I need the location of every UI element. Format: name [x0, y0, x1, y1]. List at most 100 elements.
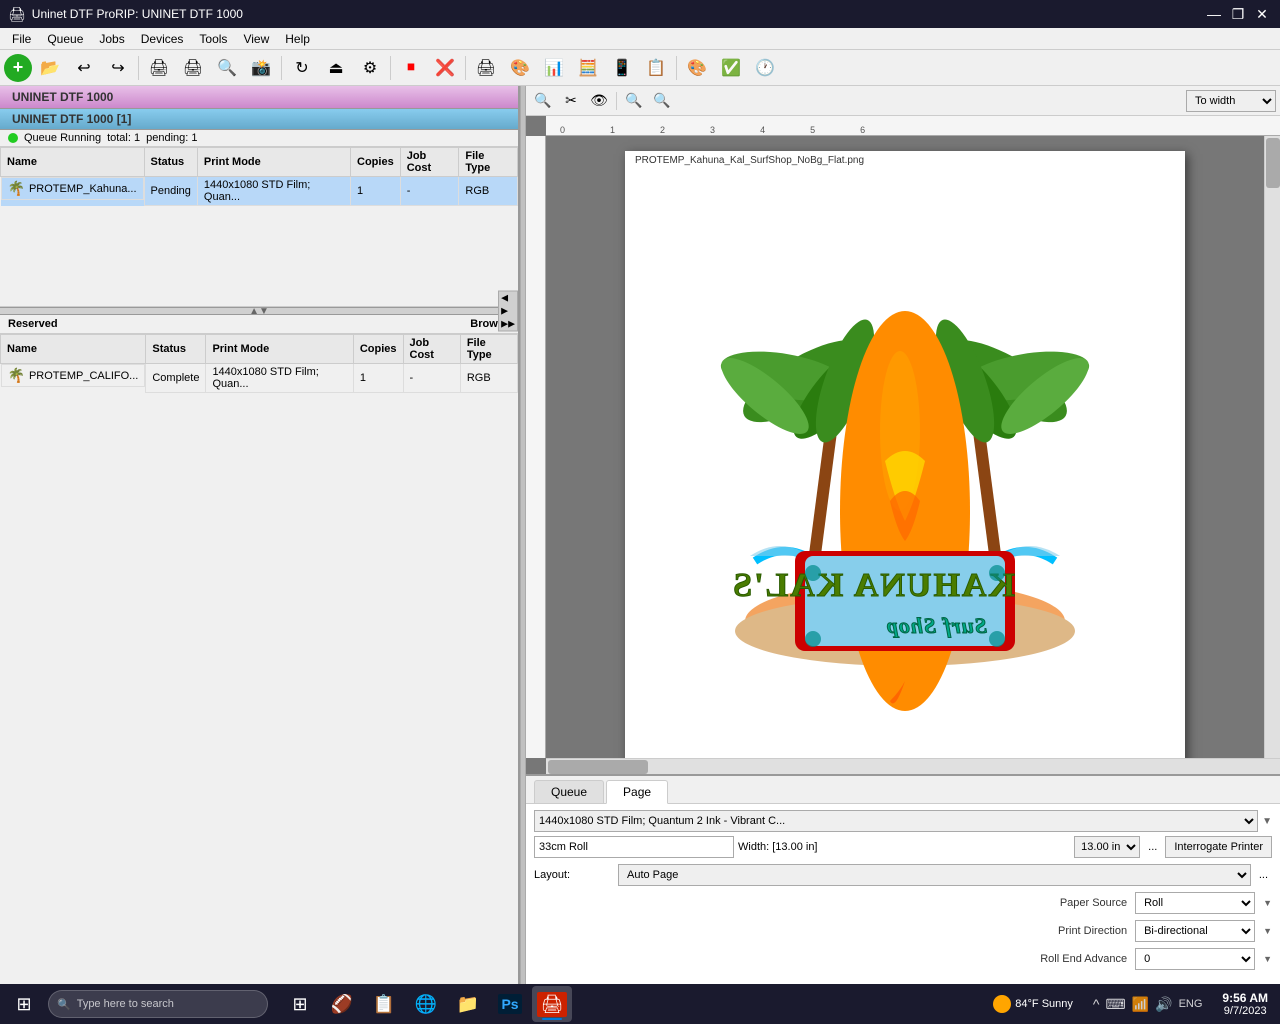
reserved-header: Reserved Browse [0, 315, 518, 334]
layout-select[interactable]: Auto Page [618, 864, 1251, 886]
menu-jobs[interactable]: Jobs [91, 30, 132, 48]
taskbar-app-widgets[interactable]: ⊞ [280, 986, 320, 1022]
vertical-scrollbar[interactable] [1264, 136, 1280, 758]
interrogate-printer-button[interactable]: Interrogate Printer [1165, 836, 1272, 858]
capture-button[interactable]: 📸 [245, 53, 277, 83]
canvas-scroll-area[interactable]: PROTEMP_Kahuna_Kal_SurfShop_NoBg_Flat.pn… [546, 136, 1264, 758]
eject-button[interactable]: ⏏ [320, 53, 352, 83]
queue-print-button[interactable]: 🖨 [470, 53, 502, 83]
clock-time: 9:56 AM [1222, 991, 1268, 1005]
cancel-button[interactable]: ❌ [429, 53, 461, 83]
collapse-double-arrow[interactable]: ▶▶ [499, 318, 517, 331]
crop-button[interactable]: ✂ [558, 89, 584, 113]
taskbar-right: 84°F Sunny ^ ⌨ 📶 🔊 ENG 9:56 AM 9/7/2023 [985, 991, 1276, 1017]
zoom-actual-button[interactable]: 🔍 [649, 89, 675, 113]
settings-button[interactable]: ⚙ [354, 53, 386, 83]
scrollbar-thumb-h[interactable] [548, 760, 648, 774]
clock-button[interactable]: 🕐 [749, 53, 781, 83]
stop-button[interactable]: ⏹ [395, 53, 427, 83]
open-button[interactable]: 📂 [34, 53, 66, 83]
menu-view[interactable]: View [235, 30, 277, 48]
zoom-in-button[interactable]: 🔍 [530, 89, 556, 113]
layout-button[interactable]: 📋 [640, 53, 672, 83]
collapse-up-arrow[interactable]: ◀ [499, 292, 517, 305]
roll-end-advance-select[interactable]: 0 1 2 5 [1135, 948, 1255, 970]
zoom-fit-button[interactable]: 🔍 [621, 89, 647, 113]
color-mgmt-button[interactable]: 🎨 [504, 53, 536, 83]
check-button[interactable]: ✅ [715, 53, 747, 83]
svg-text:KAHUNA KAL'S: KAHUNA KAL'S [731, 567, 1015, 604]
vertical-splitter[interactable]: ▲ ▼ [0, 307, 518, 315]
calc-button[interactable]: 🧮 [572, 53, 604, 83]
scrollbar-thumb-v[interactable] [1266, 138, 1280, 188]
layout-dots-btn[interactable]: ... [1255, 869, 1272, 881]
tab-page[interactable]: Page [606, 780, 668, 804]
queue-status: Queue Running total: 1 pending: 1 [0, 130, 518, 147]
menu-file[interactable]: File [4, 30, 39, 48]
zoom-select[interactable]: To width 25% 50% 75% 100% 150% 200% [1186, 90, 1276, 112]
roll-name-input[interactable] [534, 836, 734, 858]
print-setup-button[interactable]: 🖨 [143, 53, 175, 83]
close-button[interactable]: ✕ [1252, 5, 1272, 23]
keyboard-icon[interactable]: ⌨ [1105, 996, 1125, 1013]
taskbar-search[interactable]: 🔍 Type here to search [48, 990, 268, 1018]
lower-col-copies: Copies [353, 335, 403, 364]
minimize-button[interactable]: — [1204, 5, 1224, 23]
table-row[interactable]: 🌴 PROTEMP_Kahuna... Pending 1440x1080 ST… [1, 177, 518, 206]
network-icon[interactable]: 📶 [1132, 996, 1149, 1013]
maximize-button[interactable]: ❐ [1228, 5, 1248, 23]
print-direction-arrow: ▼ [1263, 926, 1272, 936]
vertical-ruler [526, 136, 546, 758]
app-title: 🖨 Uninet DTF ProRIP: UNINET DTF 1000 [8, 6, 243, 23]
chevron-up-icon[interactable]: ^ [1093, 996, 1100, 1012]
paint-button[interactable]: 🎨 [681, 53, 713, 83]
paper-source-select[interactable]: Roll Sheet Cut Sheet [1135, 892, 1255, 914]
bottom-panel: Queue Page 1440x1080 STD Film; Quantum 2… [526, 774, 1280, 984]
job-name: 🌴 PROTEMP_Kahuna... [1, 177, 144, 200]
lower-job-file-type: RGB [460, 364, 517, 393]
menu-tools[interactable]: Tools [191, 30, 235, 48]
rip-print-button[interactable]: 📊 [538, 53, 570, 83]
table-row[interactable]: 🌴 PROTEMP_CALIFO... Complete 1440x1080 S… [1, 364, 518, 393]
menu-devices[interactable]: Devices [133, 30, 192, 48]
add-job-button[interactable]: + [4, 54, 32, 82]
taskbar-app-tasklist[interactable]: 📋 [364, 986, 404, 1022]
roll-width-select[interactable]: 13.00 in [1074, 836, 1140, 858]
collapse-down-arrow[interactable]: ▶ [499, 305, 517, 318]
start-button[interactable]: ⊞ [4, 988, 44, 1020]
table-header-row: Name Status Print Mode Copies Job Cost F… [1, 148, 518, 177]
menu-help[interactable]: Help [277, 30, 318, 48]
taskbar-app-football[interactable]: 🏈 [322, 986, 362, 1022]
file-label: PROTEMP_Kahuna_Kal_SurfShop_NoBg_Flat.pn… [635, 155, 864, 166]
menu-queue[interactable]: Queue [39, 30, 91, 48]
eye-button[interactable]: 👁 [586, 89, 612, 113]
split-arrow-down: ▼ [259, 306, 269, 317]
undo-button[interactable]: ↩ [68, 53, 100, 83]
canvas-with-rulers: 0 1 2 3 4 5 6 [526, 116, 1280, 774]
queue-tab-sub[interactable]: UNINET DTF 1000 [1] [0, 109, 518, 130]
redo-button[interactable]: ↪ [102, 53, 134, 83]
taskbar-app-chrome[interactable]: 🌐 [406, 986, 446, 1022]
taskbar-app-photoshop[interactable]: Ps [490, 986, 530, 1022]
volume-icon[interactable]: 🔊 [1155, 996, 1172, 1013]
printer-profile-select[interactable]: 1440x1080 STD Film; Quantum 2 Ink - Vibr… [534, 810, 1258, 832]
print-direction-select[interactable]: Bi-directional Uni-directional [1135, 920, 1255, 942]
right-panel: 🔍 ✂ 👁 🔍 🔍 To width 25% 50% 75% 100% 150%… [526, 86, 1280, 984]
scan-button[interactable]: 🔍 [211, 53, 243, 83]
taskbar-apps: ⊞ 🏈 📋 🌐 📁 Ps 🖨 [280, 986, 572, 1022]
print-button[interactable]: 🖨 [177, 53, 209, 83]
clock-area[interactable]: 9:56 AM 9/7/2023 [1214, 991, 1276, 1017]
ruler-tick-4: 4 [760, 125, 765, 135]
queue-tab-main[interactable]: UNINET DTF 1000 [0, 86, 518, 109]
taskbar-app-files[interactable]: 📁 [448, 986, 488, 1022]
device-button[interactable]: 📱 [606, 53, 638, 83]
side-collapse-buttons[interactable]: ◀ ▶ ▶▶ [498, 291, 518, 332]
rotate-button[interactable]: ↻ [286, 53, 318, 83]
ruler-tick-6: 6 [860, 125, 865, 135]
job-copies: 1 [351, 177, 401, 206]
taskbar-app-rip[interactable]: 🖨 [532, 986, 572, 1022]
roll-dots-btn[interactable]: ... [1144, 841, 1161, 853]
tab-queue[interactable]: Queue [534, 780, 604, 803]
horizontal-scrollbar[interactable] [546, 758, 1280, 774]
left-panel: UNINET DTF 1000 UNINET DTF 1000 [1] Queu… [0, 86, 520, 984]
